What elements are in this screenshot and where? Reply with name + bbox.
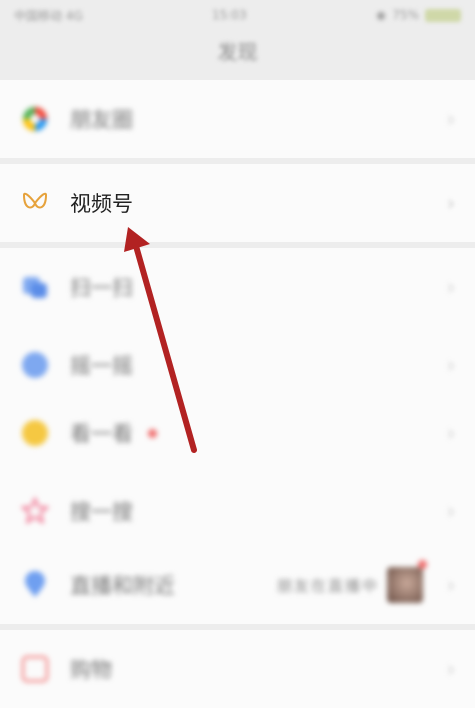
- search-icon: [20, 496, 50, 526]
- live-status-text: 朋友在直播中: [276, 576, 379, 595]
- top-stories-icon: [20, 418, 50, 448]
- shake-icon: [20, 350, 50, 380]
- row-label: 购物: [70, 658, 112, 682]
- group-shopping: 购物 ›: [0, 630, 475, 708]
- nearby-icon: [20, 570, 50, 600]
- row-label: 朋友圈: [70, 108, 133, 132]
- battery-text: 75%: [392, 8, 419, 22]
- chevron-right-icon: ›: [447, 107, 455, 131]
- chevron-right-icon: ›: [447, 657, 455, 681]
- row-top-stories[interactable]: 看一看 ›: [0, 394, 475, 472]
- row-moments[interactable]: 朋友圈 ›: [0, 80, 475, 158]
- chevron-right-icon: ›: [447, 421, 455, 445]
- chevron-right-icon: ›: [447, 573, 455, 597]
- row-label: 看一看: [70, 422, 133, 446]
- row-label: 摇一摇: [70, 354, 133, 378]
- scan-icon: [20, 272, 50, 302]
- moments-icon: [20, 104, 50, 134]
- page-title: 发现: [217, 40, 258, 64]
- group-scan-shake: 扫一扫 › 摇一摇 ›: [0, 248, 475, 404]
- row-label: 直播和附近: [70, 574, 175, 598]
- chevron-right-icon: ›: [447, 499, 455, 523]
- group-stories-search: 看一看 › 搜一搜 ›: [0, 394, 475, 550]
- status-bar: 中国移动 4G 15:03 ◉ 75%: [0, 0, 475, 30]
- shopping-icon: [20, 654, 50, 684]
- wifi-icon: ◉: [375, 8, 387, 22]
- clock: 15:03: [212, 8, 247, 22]
- row-shake[interactable]: 摇一摇 ›: [0, 326, 475, 404]
- group-channels: 视频号 ›: [0, 164, 475, 242]
- row-channels[interactable]: 视频号 ›: [0, 164, 475, 242]
- carrier-text: 中国移动 4G: [14, 8, 83, 23]
- row-nearby[interactable]: 直播和附近 朋友在直播中 ›: [0, 546, 475, 624]
- row-label: 扫一扫: [70, 276, 133, 300]
- chevron-right-icon: ›: [447, 275, 455, 299]
- group-nearby: 直播和附近 朋友在直播中 ›: [0, 546, 475, 624]
- chevron-right-icon: ›: [447, 353, 455, 377]
- row-scan[interactable]: 扫一扫 ›: [0, 248, 475, 326]
- chevron-right-icon: ›: [447, 191, 455, 215]
- channels-icon: [20, 188, 50, 218]
- row-label: 搜一搜: [70, 500, 133, 524]
- row-label: 视频号: [70, 192, 133, 216]
- row-search[interactable]: 搜一搜 ›: [0, 472, 475, 550]
- group-moments: 朋友圈 ›: [0, 80, 475, 158]
- notification-dot: [148, 428, 157, 438]
- notification-dot: [418, 560, 427, 569]
- battery-icon: [425, 8, 461, 22]
- avatar: [387, 567, 423, 603]
- row-shopping[interactable]: 购物 ›: [0, 630, 475, 708]
